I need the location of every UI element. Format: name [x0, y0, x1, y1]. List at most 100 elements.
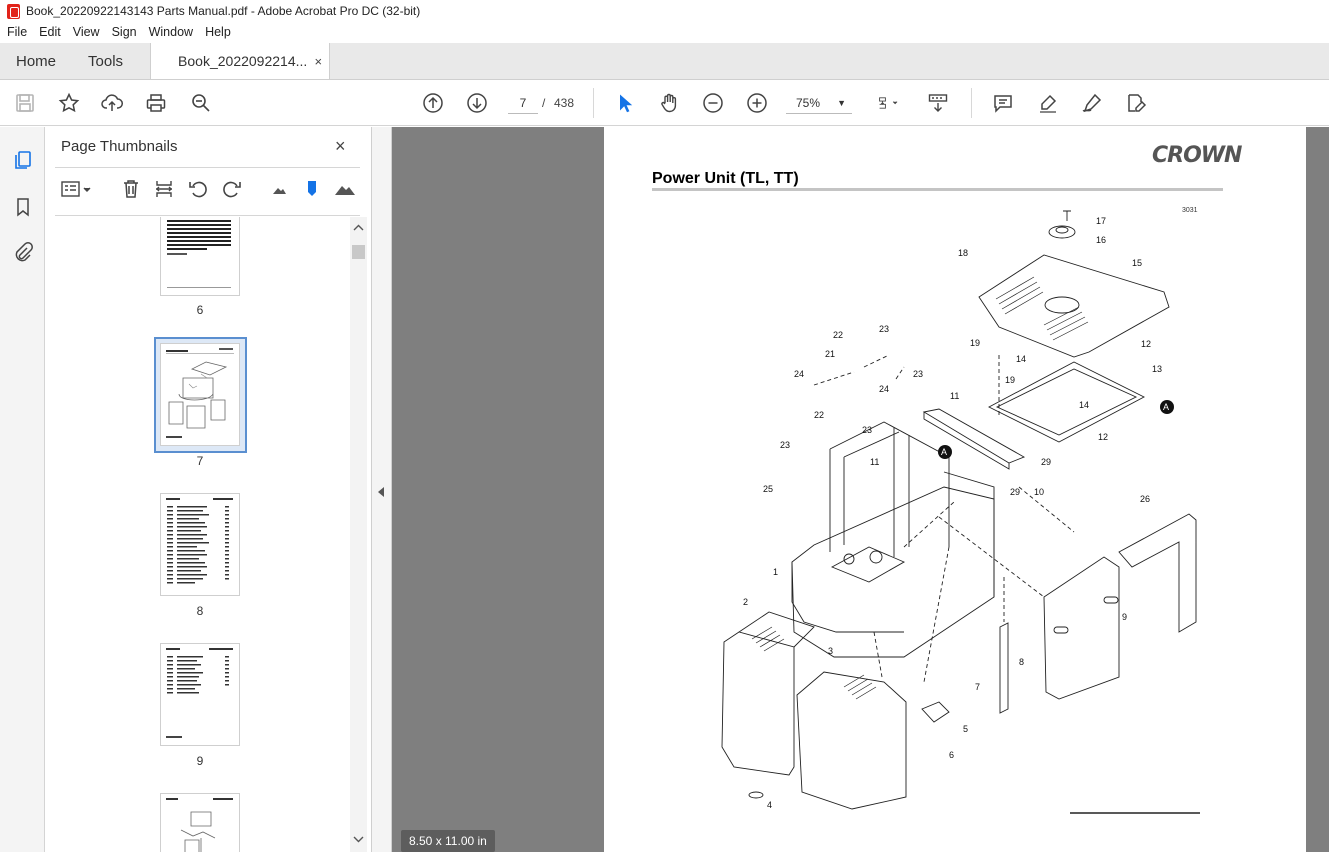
scroll-down-icon[interactable] [350, 832, 367, 846]
thumbnail-list: 6 7 8 9 [55, 217, 350, 852]
chevron-down-icon: ▼ [837, 98, 846, 108]
tab-document[interactable]: Book_2022092214... × [150, 43, 331, 80]
thumbnail-label: 9 [196, 754, 204, 768]
callout: 19 [1005, 375, 1015, 385]
page-fit-icon[interactable] [870, 91, 906, 115]
print-icon[interactable] [144, 91, 168, 115]
left-rail [0, 127, 45, 852]
callout: A [1163, 402, 1169, 412]
sign-icon[interactable] [1080, 91, 1104, 115]
page-thumbnails-icon[interactable] [10, 147, 36, 173]
scroll-mode-icon[interactable] [926, 91, 950, 115]
panel-title: Page Thumbnails [61, 138, 178, 155]
delete-page-icon[interactable] [119, 177, 143, 201]
upload-icon[interactable] [100, 91, 124, 115]
thumbnail-page-7[interactable] [160, 343, 240, 446]
rotate-right-icon[interactable] [220, 177, 244, 201]
thumbnail-large-icon[interactable] [332, 177, 358, 201]
thumbnail-page-10-preview [166, 798, 233, 852]
callout: 18 [958, 248, 968, 258]
tab-home[interactable]: Home [0, 43, 72, 79]
zoom-value: 75% [796, 96, 821, 110]
close-tab-icon[interactable]: × [314, 43, 322, 80]
thumbnail-label: 7 [196, 454, 204, 468]
thumbnail-page-8[interactable] [160, 493, 240, 596]
scroll-up-icon[interactable] [350, 221, 367, 235]
find-icon[interactable] [189, 91, 213, 115]
thumbnail-size-slider[interactable] [300, 177, 324, 201]
previous-page-icon[interactable] [421, 91, 445, 115]
callout: 24 [879, 384, 889, 394]
menu-view[interactable]: View [67, 22, 106, 43]
thumbnail-page-9-preview [166, 648, 233, 738]
thumbnail-page-10[interactable] [160, 793, 240, 852]
menu-help[interactable]: Help [199, 22, 237, 43]
toolbar-divider [971, 88, 972, 118]
close-panel-icon[interactable]: × [335, 136, 346, 157]
menu-sign[interactable]: Sign [106, 22, 143, 43]
callout: 7 [975, 682, 980, 692]
thumbnail-page-9[interactable] [160, 643, 240, 746]
callout: 23 [879, 324, 889, 334]
tab-bar: Home Tools Book_2022092214... × [0, 43, 1329, 80]
callout: 2 [743, 597, 748, 607]
callout: 25 [763, 484, 773, 494]
callout: 19 [970, 338, 980, 348]
callout: 23 [780, 440, 790, 450]
fill-sign-icon[interactable] [1124, 91, 1148, 115]
callout: 14 [1016, 354, 1026, 364]
zoom-select[interactable]: 75% ▼ [786, 92, 852, 114]
callout: 23 [913, 369, 923, 379]
callout: 11 [950, 391, 959, 401]
callout: 6 [949, 750, 954, 760]
zoom-out-icon[interactable] [701, 91, 725, 115]
callout: 29 [1041, 457, 1051, 467]
callout: 13 [1152, 364, 1162, 374]
callout: 17 [1096, 216, 1106, 226]
thumbnail-page-8-preview [166, 498, 233, 584]
main-toolbar: / 438 75% ▼ [0, 80, 1329, 126]
page-number-input[interactable] [508, 92, 538, 114]
zoom-in-icon[interactable] [745, 91, 769, 115]
hand-icon[interactable] [657, 91, 681, 115]
figure-id: 3031 [1182, 207, 1198, 214]
bookmarks-icon[interactable] [10, 194, 36, 220]
toolbar-divider [593, 88, 594, 118]
callout: 15 [1132, 258, 1142, 268]
menu-edit[interactable]: Edit [33, 22, 67, 43]
save-icon[interactable] [13, 91, 37, 115]
callout: 4 [767, 800, 772, 810]
thumbnails-panel: Page Thumbnails × 6 7 8 9 [45, 127, 372, 852]
scrollbar-thumb[interactable] [352, 245, 365, 259]
tab-document-label: Book_2022092214... [178, 53, 308, 69]
bookmark-star-icon[interactable] [57, 91, 81, 115]
callout: 22 [814, 410, 824, 420]
collapse-arrow-icon [378, 487, 384, 497]
tab-tools[interactable]: Tools [72, 43, 139, 79]
callout: 16 [1096, 235, 1106, 245]
acrobat-logo-icon [7, 3, 20, 19]
insert-page-icon[interactable] [152, 177, 176, 201]
thumbnail-page-6[interactable] [160, 217, 240, 296]
document-view[interactable]: 17 16 15 18 19 14 12 13 19 14 12 A A 11 … [392, 127, 1329, 852]
menu-bar: File Edit View Sign Window Help [0, 22, 1329, 43]
menu-file[interactable]: File [0, 22, 33, 43]
document-title: Power Unit (TL, TT) [652, 170, 799, 187]
thumbnail-small-icon[interactable] [267, 177, 291, 201]
next-page-icon[interactable] [465, 91, 489, 115]
callout: 12 [1098, 432, 1108, 442]
crown-logo: CROWN [1152, 143, 1242, 168]
callout: 14 [1079, 400, 1089, 410]
highlight-icon[interactable] [1036, 91, 1060, 115]
thumbnail-scrollbar[interactable] [350, 217, 367, 852]
attachments-icon[interactable] [10, 239, 36, 265]
comment-icon[interactable] [991, 91, 1015, 115]
page-separator: / [542, 96, 546, 110]
thumbnail-options-icon[interactable] [59, 177, 95, 201]
title-rule [652, 188, 1223, 191]
select-arrow-icon[interactable] [613, 91, 637, 115]
page-total: 438 [554, 96, 575, 110]
menu-window[interactable]: Window [143, 22, 199, 43]
rotate-left-icon[interactable] [186, 177, 210, 201]
panel-collapse-handle[interactable] [372, 127, 392, 852]
